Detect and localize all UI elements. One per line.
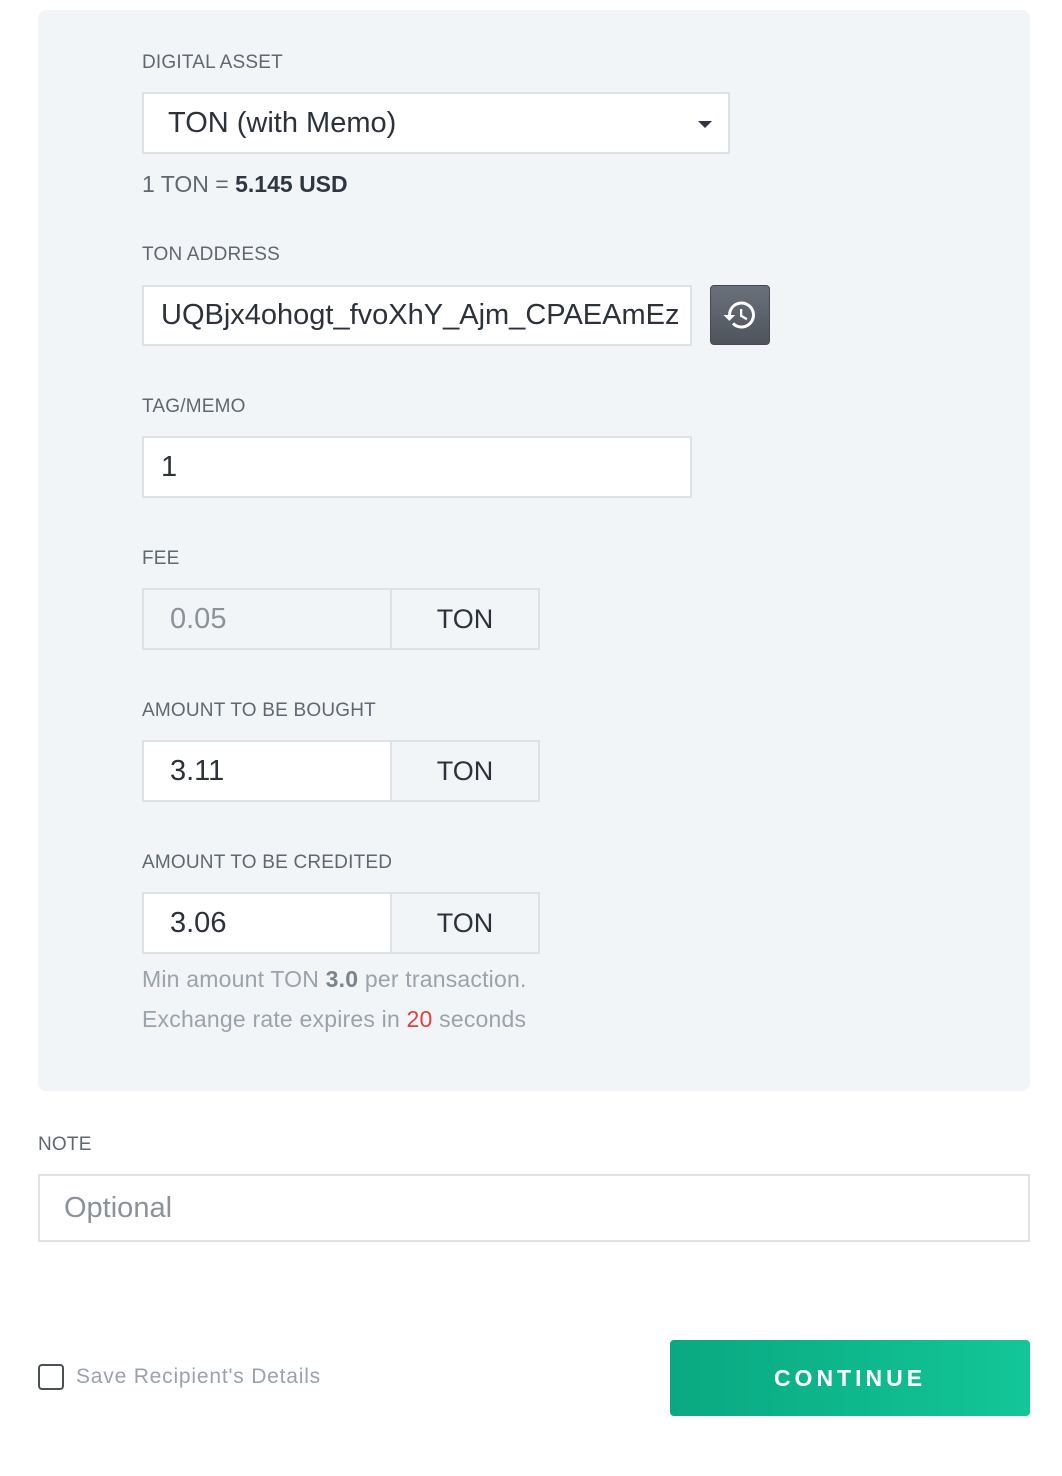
caret-down-icon xyxy=(698,121,712,128)
note-label: NOTE xyxy=(38,1134,92,1155)
save-recipient-label[interactable]: Save Recipient's Details xyxy=(76,1365,321,1389)
rate-expiry-countdown: 20 xyxy=(406,1006,433,1032)
min-amount-suffix: per transaction. xyxy=(358,966,527,992)
amount-credited-unit: TON xyxy=(390,892,540,954)
history-icon xyxy=(723,301,755,329)
save-recipient-checkbox[interactable] xyxy=(38,1364,64,1390)
note-input[interactable] xyxy=(38,1174,1030,1242)
digital-asset-label: DIGITAL ASSET xyxy=(142,52,283,73)
exchange-rate-prefix: 1 TON = xyxy=(142,171,236,197)
rate-expiry-hint: Exchange rate expires in 20 seconds xyxy=(142,1006,526,1033)
ton-address-value: UQBjx4ohogt_fvoXhY_Ajm_CPAEAmEzLV xyxy=(161,299,678,331)
tag-memo-label: TAG/MEMO xyxy=(142,396,246,417)
continue-button[interactable]: CONTINUE xyxy=(670,1340,1030,1416)
amount-credited-value: 3.06 xyxy=(170,906,227,939)
amount-bought-unit: TON xyxy=(390,740,540,802)
amount-bought-label: AMOUNT TO BE BOUGHT xyxy=(142,700,376,721)
amount-credited-label: AMOUNT TO BE CREDITED xyxy=(142,852,393,873)
ton-address-label: TON ADDRESS xyxy=(142,244,281,265)
min-amount-hint: Min amount TON 3.0 per transaction. xyxy=(142,966,527,993)
digital-asset-select[interactable]: TON (with Memo) xyxy=(142,92,730,154)
amount-credited-input[interactable]: 3.06 xyxy=(142,892,392,954)
min-amount-prefix: Min amount TON xyxy=(142,966,326,992)
address-history-button[interactable] xyxy=(710,285,770,345)
min-amount-value: 3.0 xyxy=(325,966,359,992)
fee-input: 0.05 xyxy=(142,588,392,650)
ton-address-input[interactable]: UQBjx4ohogt_fvoXhY_Ajm_CPAEAmEzLV xyxy=(142,285,692,346)
digital-asset-selected: TON (with Memo) xyxy=(168,106,397,139)
amount-bought-value: 3.11 xyxy=(170,754,225,787)
tag-memo-input[interactable]: 1 xyxy=(142,436,692,498)
fee-value: 0.05 xyxy=(170,602,227,635)
exchange-rate-value: 5.145 USD xyxy=(235,171,348,197)
fee-label: FEE xyxy=(142,548,180,569)
tag-memo-value: 1 xyxy=(161,450,178,483)
rate-expiry-prefix: Exchange rate expires in xyxy=(142,1006,407,1032)
fee-unit: TON xyxy=(390,588,540,650)
exchange-rate-text: 1 TON = 5.145 USD xyxy=(142,171,348,198)
amount-bought-input[interactable]: 3.11 xyxy=(142,740,392,802)
rate-expiry-suffix: seconds xyxy=(432,1006,527,1032)
